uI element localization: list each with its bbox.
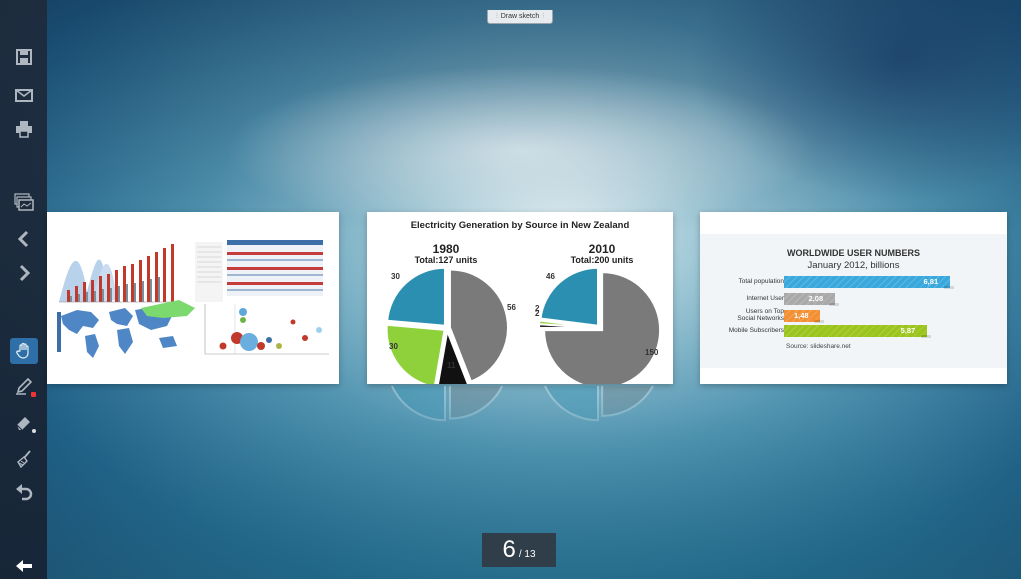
slide-7-header: WORLDWIDE USER NUMBERS January 2012, bil… <box>700 248 1007 271</box>
bar-row: Mobile Subscribers 5,87 <box>700 324 1007 338</box>
bar-category-label: Mobile Subscribers <box>728 327 784 334</box>
bar-value-label: 5,87 <box>900 326 916 335</box>
clear-drawing-button[interactable] <box>10 446 38 472</box>
previous-slide-button[interactable] <box>10 226 38 252</box>
slide-5-reflection <box>47 386 339 476</box>
reflection-pie-2010-slice-3 <box>539 386 600 422</box>
bar-category-label: Internet User <box>746 295 784 302</box>
slide-thumbnail-5[interactable] <box>47 212 339 384</box>
bar-shadow <box>828 303 839 306</box>
pie-1980-label-green: 30 <box>389 342 398 351</box>
grip-icon: ⫶ <box>542 12 544 20</box>
chart-collage-image <box>55 240 329 358</box>
print-button[interactable] <box>10 116 38 142</box>
pen-color-indicator <box>31 392 36 397</box>
source-note: Source: slideshare.net <box>786 343 851 350</box>
reflection-pie-1980-slice-0 <box>448 386 509 420</box>
broom-icon <box>17 450 31 469</box>
arrow-left-icon <box>16 560 32 572</box>
reflection-pie-1980-slice-3 <box>386 386 446 422</box>
pie-1980-label-black: 11 <box>447 361 456 370</box>
pie-charts <box>385 266 662 384</box>
email-button[interactable] <box>10 82 38 108</box>
undo-icon <box>16 484 33 501</box>
slide-7-subtitle: January 2012, billions <box>807 260 900 271</box>
eraser-tool-button[interactable] <box>10 409 38 435</box>
pie-2010-label-small-b: 2 <box>535 309 540 318</box>
envelope-icon <box>15 89 33 102</box>
eraser-icon <box>16 417 30 431</box>
slides-overview-icon <box>14 193 34 211</box>
slide-thumbnail-6[interactable]: Electricity Generation by Source in New … <box>367 212 673 384</box>
bar-shadow <box>920 335 931 338</box>
total-slides: / 13 <box>518 549 536 560</box>
slide-counter: 6 / 13 <box>482 533 556 567</box>
pie-1980-label-gas: 56 <box>507 303 516 312</box>
bar-category-label: Total population <box>738 278 784 285</box>
bar-shadow <box>943 286 954 289</box>
save-icon <box>16 49 32 65</box>
draw-sketch-tab[interactable]: ⫶ Draw sketch ⫶ <box>487 10 553 24</box>
next-slide-button[interactable] <box>10 260 38 286</box>
undo-button[interactable] <box>10 480 38 506</box>
chart-pie-1980-slice-2 <box>385 323 446 384</box>
pie-2010-label-gas: 150 <box>645 348 659 357</box>
printer-icon <box>16 121 32 138</box>
pen-tool-button[interactable] <box>10 373 38 399</box>
grip-icon: ⫶ <box>495 12 498 20</box>
bar-row: Total population 6,81 <box>700 275 1007 289</box>
chevron-left-icon <box>17 230 29 248</box>
save-button[interactable] <box>10 44 38 70</box>
back-button[interactable] <box>10 556 38 576</box>
slide-7-reflection <box>700 386 1007 476</box>
bar-row: Users on Top Social Networks 1,48 <box>700 308 1007 323</box>
chevron-right-icon <box>19 264 31 282</box>
slide-7-title: WORLDWIDE USER NUMBERS <box>787 248 920 258</box>
bar-value-label: 1,48 <box>794 311 809 320</box>
pie-2010-label-hydro: 46 <box>546 272 555 281</box>
bar-value-label: 6,81 <box>923 277 939 286</box>
left-toolbar <box>0 0 47 579</box>
hand-icon <box>16 342 29 359</box>
bar-shadow <box>813 320 824 323</box>
draw-sketch-label: Draw sketch <box>500 13 540 20</box>
pie-1980-label-hydro: 30 <box>391 272 400 281</box>
slide-6-reflection <box>367 386 673 476</box>
current-slide-number: 6 <box>502 536 516 563</box>
bar-value-label: 2,08 <box>808 294 824 303</box>
overview-button[interactable] <box>10 189 38 215</box>
eraser-size-indicator <box>32 429 36 433</box>
pan-tool-button[interactable] <box>10 338 38 364</box>
bar-row: Internet User 2,08 <box>700 292 1007 306</box>
bar-category-label: Users on Top Social Networks <box>737 308 784 322</box>
slide-thumbnail-7[interactable]: WORLDWIDE USER NUMBERS January 2012, bil… <box>700 212 1007 384</box>
